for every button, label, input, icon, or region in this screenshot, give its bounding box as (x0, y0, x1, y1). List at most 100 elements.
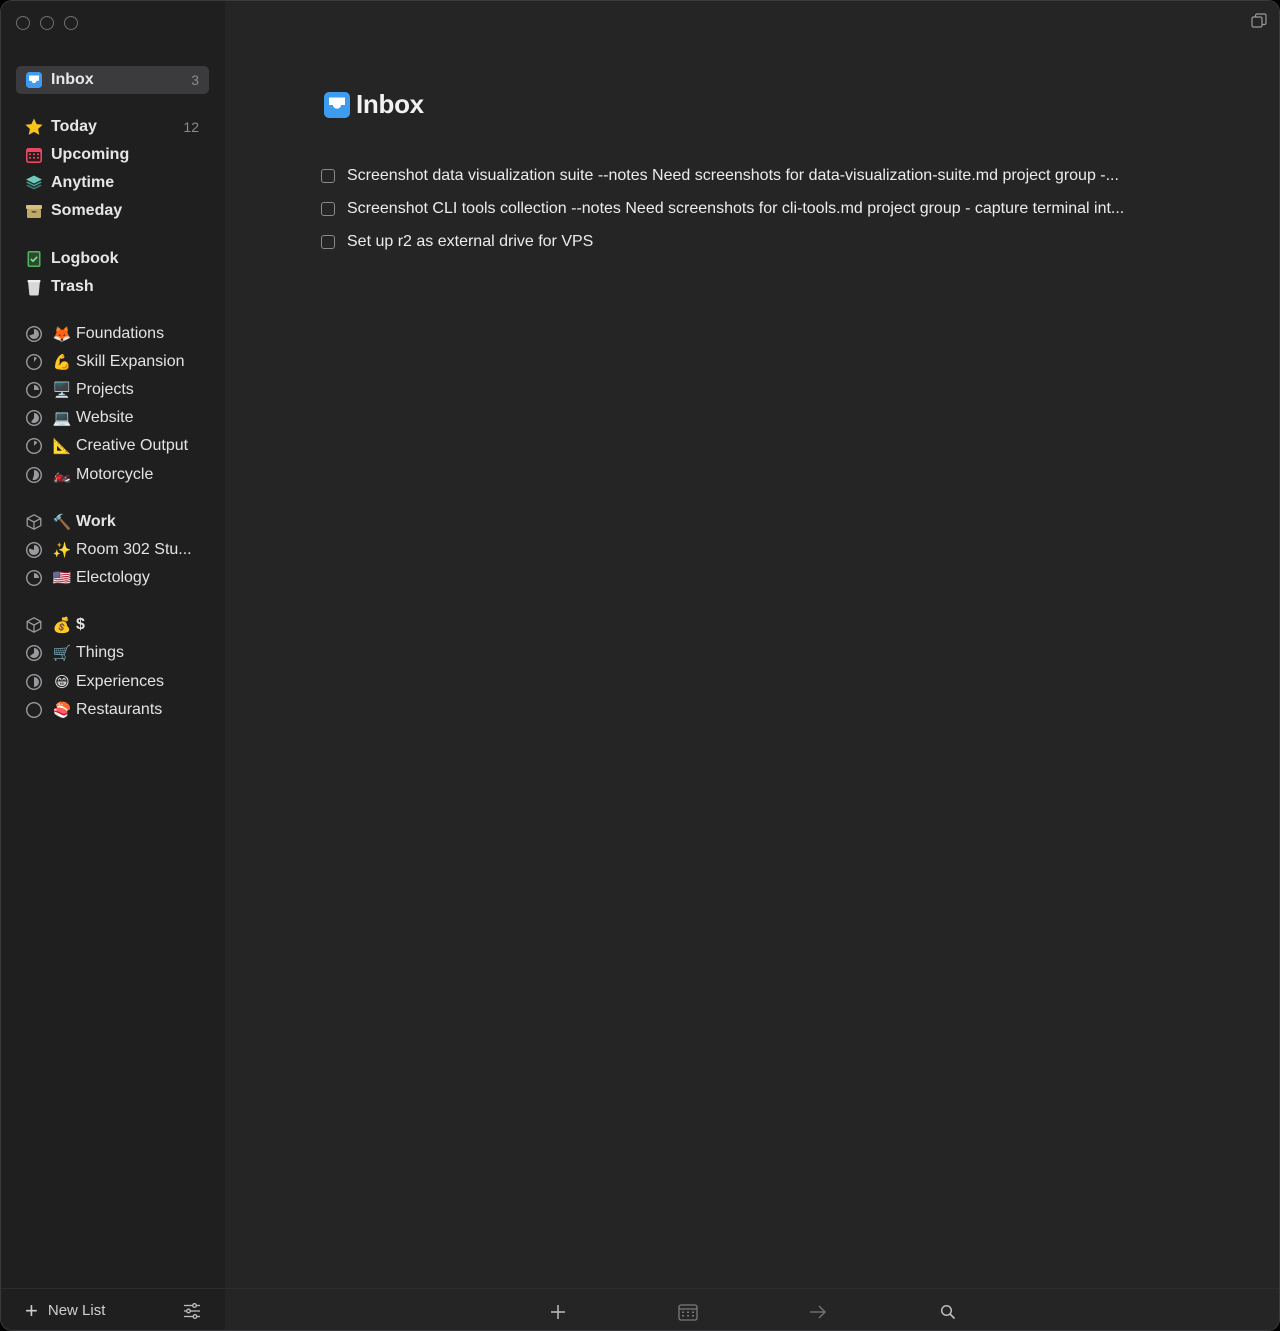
logbook-check-icon (24, 249, 44, 269)
task-title: Set up r2 as external drive for VPS (347, 233, 594, 250)
project-progress-icon (25, 701, 43, 719)
sidebar-project-label: Room 302 Stu... (76, 541, 192, 558)
area-cube-icon (26, 514, 42, 530)
sidebar-project-foundations[interactable]: 🦊 Foundations (16, 320, 209, 348)
sidebar-project-things[interactable]: 🛒 Things (16, 639, 209, 667)
sidebar-project-label: Projects (76, 381, 134, 398)
when-button[interactable] (677, 1301, 699, 1323)
arrow-right-icon (810, 1305, 827, 1319)
sidebar-area-label: $ (76, 616, 85, 633)
project-progress-icon (25, 569, 43, 587)
sidebar-project-skill-expansion[interactable]: 💪 Skill Expansion (16, 348, 209, 376)
new-list-label: New List (47, 1302, 106, 1319)
star-icon (24, 117, 44, 137)
main-content: Inbox Screenshot data visualization suit… (225, 1, 1279, 1330)
sidebar-item-anytime[interactable]: Anytime (16, 169, 209, 197)
project-progress-icon (25, 466, 43, 484)
sidebar-project-restaurants[interactable]: 🍣 Restaurants (16, 696, 209, 724)
new-todo-button[interactable] (547, 1301, 569, 1323)
sidebar-project-website[interactable]: 💻 Website (16, 404, 209, 432)
task-row[interactable]: Set up r2 as external drive for VPS (321, 230, 1201, 254)
project-emoji: ✨ (52, 542, 72, 559)
project-progress-icon (25, 409, 43, 427)
sidebar-item-label: Anytime (51, 174, 115, 191)
task-row[interactable]: Screenshot CLI tools collection --notes … (321, 197, 1201, 221)
project-progress-icon (25, 325, 43, 343)
sidebar-project-label: Restaurants (76, 701, 163, 718)
window-controls (16, 16, 78, 30)
area-emoji: 🔨 (52, 514, 72, 531)
settings-sliders-icon[interactable] (183, 1302, 201, 1320)
project-progress-icon (25, 673, 43, 691)
project-emoji: 🍣 (52, 702, 72, 719)
zoom-window-button[interactable] (64, 16, 78, 30)
inbox-tray-icon (324, 91, 350, 118)
project-emoji: 💪 (52, 354, 72, 371)
sidebar-project-creative-output[interactable]: 📐 Creative Output (16, 432, 209, 460)
today-count-badge: 12 (183, 119, 199, 135)
sidebar-project-label: Things (76, 644, 125, 661)
task-row[interactable]: Screenshot data visualization suite --no… (321, 164, 1201, 188)
task-title: Screenshot data visualization suite --no… (347, 167, 1119, 184)
sidebar-project-label: Motorcycle (76, 466, 154, 483)
minimize-window-button[interactable] (40, 16, 54, 30)
trash-bin-icon (24, 277, 44, 297)
move-button[interactable] (807, 1301, 829, 1323)
sidebar-item-logbook[interactable]: Logbook (16, 245, 209, 273)
sidebar-area-money[interactable]: 💰 $ (16, 611, 209, 639)
project-progress-icon (25, 644, 43, 662)
project-emoji: 🇺🇸 (52, 570, 72, 587)
project-emoji: 🦊 (52, 326, 72, 343)
sidebar-footer: + New List (1, 1288, 225, 1330)
task-checkbox[interactable] (321, 235, 335, 249)
inbox-tray-icon (24, 70, 44, 90)
page-header: Inbox (324, 89, 424, 120)
sidebar-item-today[interactable]: Today 12 (16, 113, 209, 141)
calendar-icon (678, 1304, 698, 1321)
sidebar-item-label: Trash (51, 278, 94, 295)
bottom-toolbar (225, 1288, 1279, 1330)
archive-box-icon (24, 201, 44, 221)
project-emoji: 🛒 (52, 645, 72, 662)
task-checkbox[interactable] (321, 169, 335, 183)
sidebar-project-label: Skill Expansion (76, 353, 185, 370)
sidebar-project-projects[interactable]: 🖥️ Projects (16, 376, 209, 404)
sidebar-project-experiences[interactable]: 😁 Experiences (16, 668, 209, 696)
sidebar-item-label: Today (51, 118, 97, 135)
sidebar-item-inbox[interactable]: Inbox 3 (16, 66, 209, 94)
sidebar-project-motorcycle[interactable]: 🏍️ Motorcycle (16, 461, 209, 489)
sidebar-item-someday[interactable]: Someday (16, 197, 209, 225)
area-cube-icon (26, 617, 42, 633)
layers-icon (24, 173, 44, 193)
search-icon (940, 1304, 956, 1320)
sidebar: Inbox 3 Today 12 Upcoming Anytime Someda… (1, 1, 225, 1330)
sidebar-project-label: Creative Output (76, 437, 189, 454)
sidebar-item-upcoming[interactable]: Upcoming (16, 141, 209, 169)
project-progress-icon (25, 353, 43, 371)
project-emoji: 📐 (52, 438, 72, 455)
sidebar-project-label: Website (76, 409, 134, 426)
search-button[interactable] (937, 1301, 959, 1323)
new-list-button[interactable]: + New List (25, 1299, 106, 1322)
sidebar-project-electology[interactable]: 🇺🇸 Electology (16, 564, 209, 592)
app-window: Inbox 3 Today 12 Upcoming Anytime Someda… (0, 0, 1280, 1331)
project-progress-icon (25, 381, 43, 399)
sidebar-item-label: Inbox (51, 71, 94, 88)
sidebar-item-trash[interactable]: Trash (16, 273, 209, 301)
sidebar-project-label: Electology (76, 569, 150, 586)
page-title: Inbox (356, 89, 424, 119)
sidebar-project-label: Experiences (76, 673, 165, 690)
new-window-icon[interactable] (1251, 13, 1267, 29)
project-emoji: 😁 (54, 674, 70, 691)
close-window-button[interactable] (16, 16, 30, 30)
sidebar-area-label: Work (76, 513, 116, 530)
calendar-icon (24, 145, 44, 165)
sidebar-item-label: Someday (51, 202, 123, 219)
project-progress-icon (25, 437, 43, 455)
sidebar-area-work[interactable]: 🔨 Work (16, 508, 209, 536)
sidebar-project-room-302[interactable]: ✨ Room 302 Stu... (16, 536, 209, 564)
task-checkbox[interactable] (321, 202, 335, 216)
sidebar-item-label: Upcoming (51, 146, 130, 163)
inbox-count-badge: 3 (191, 72, 199, 88)
task-title: Screenshot CLI tools collection --notes … (347, 200, 1125, 217)
